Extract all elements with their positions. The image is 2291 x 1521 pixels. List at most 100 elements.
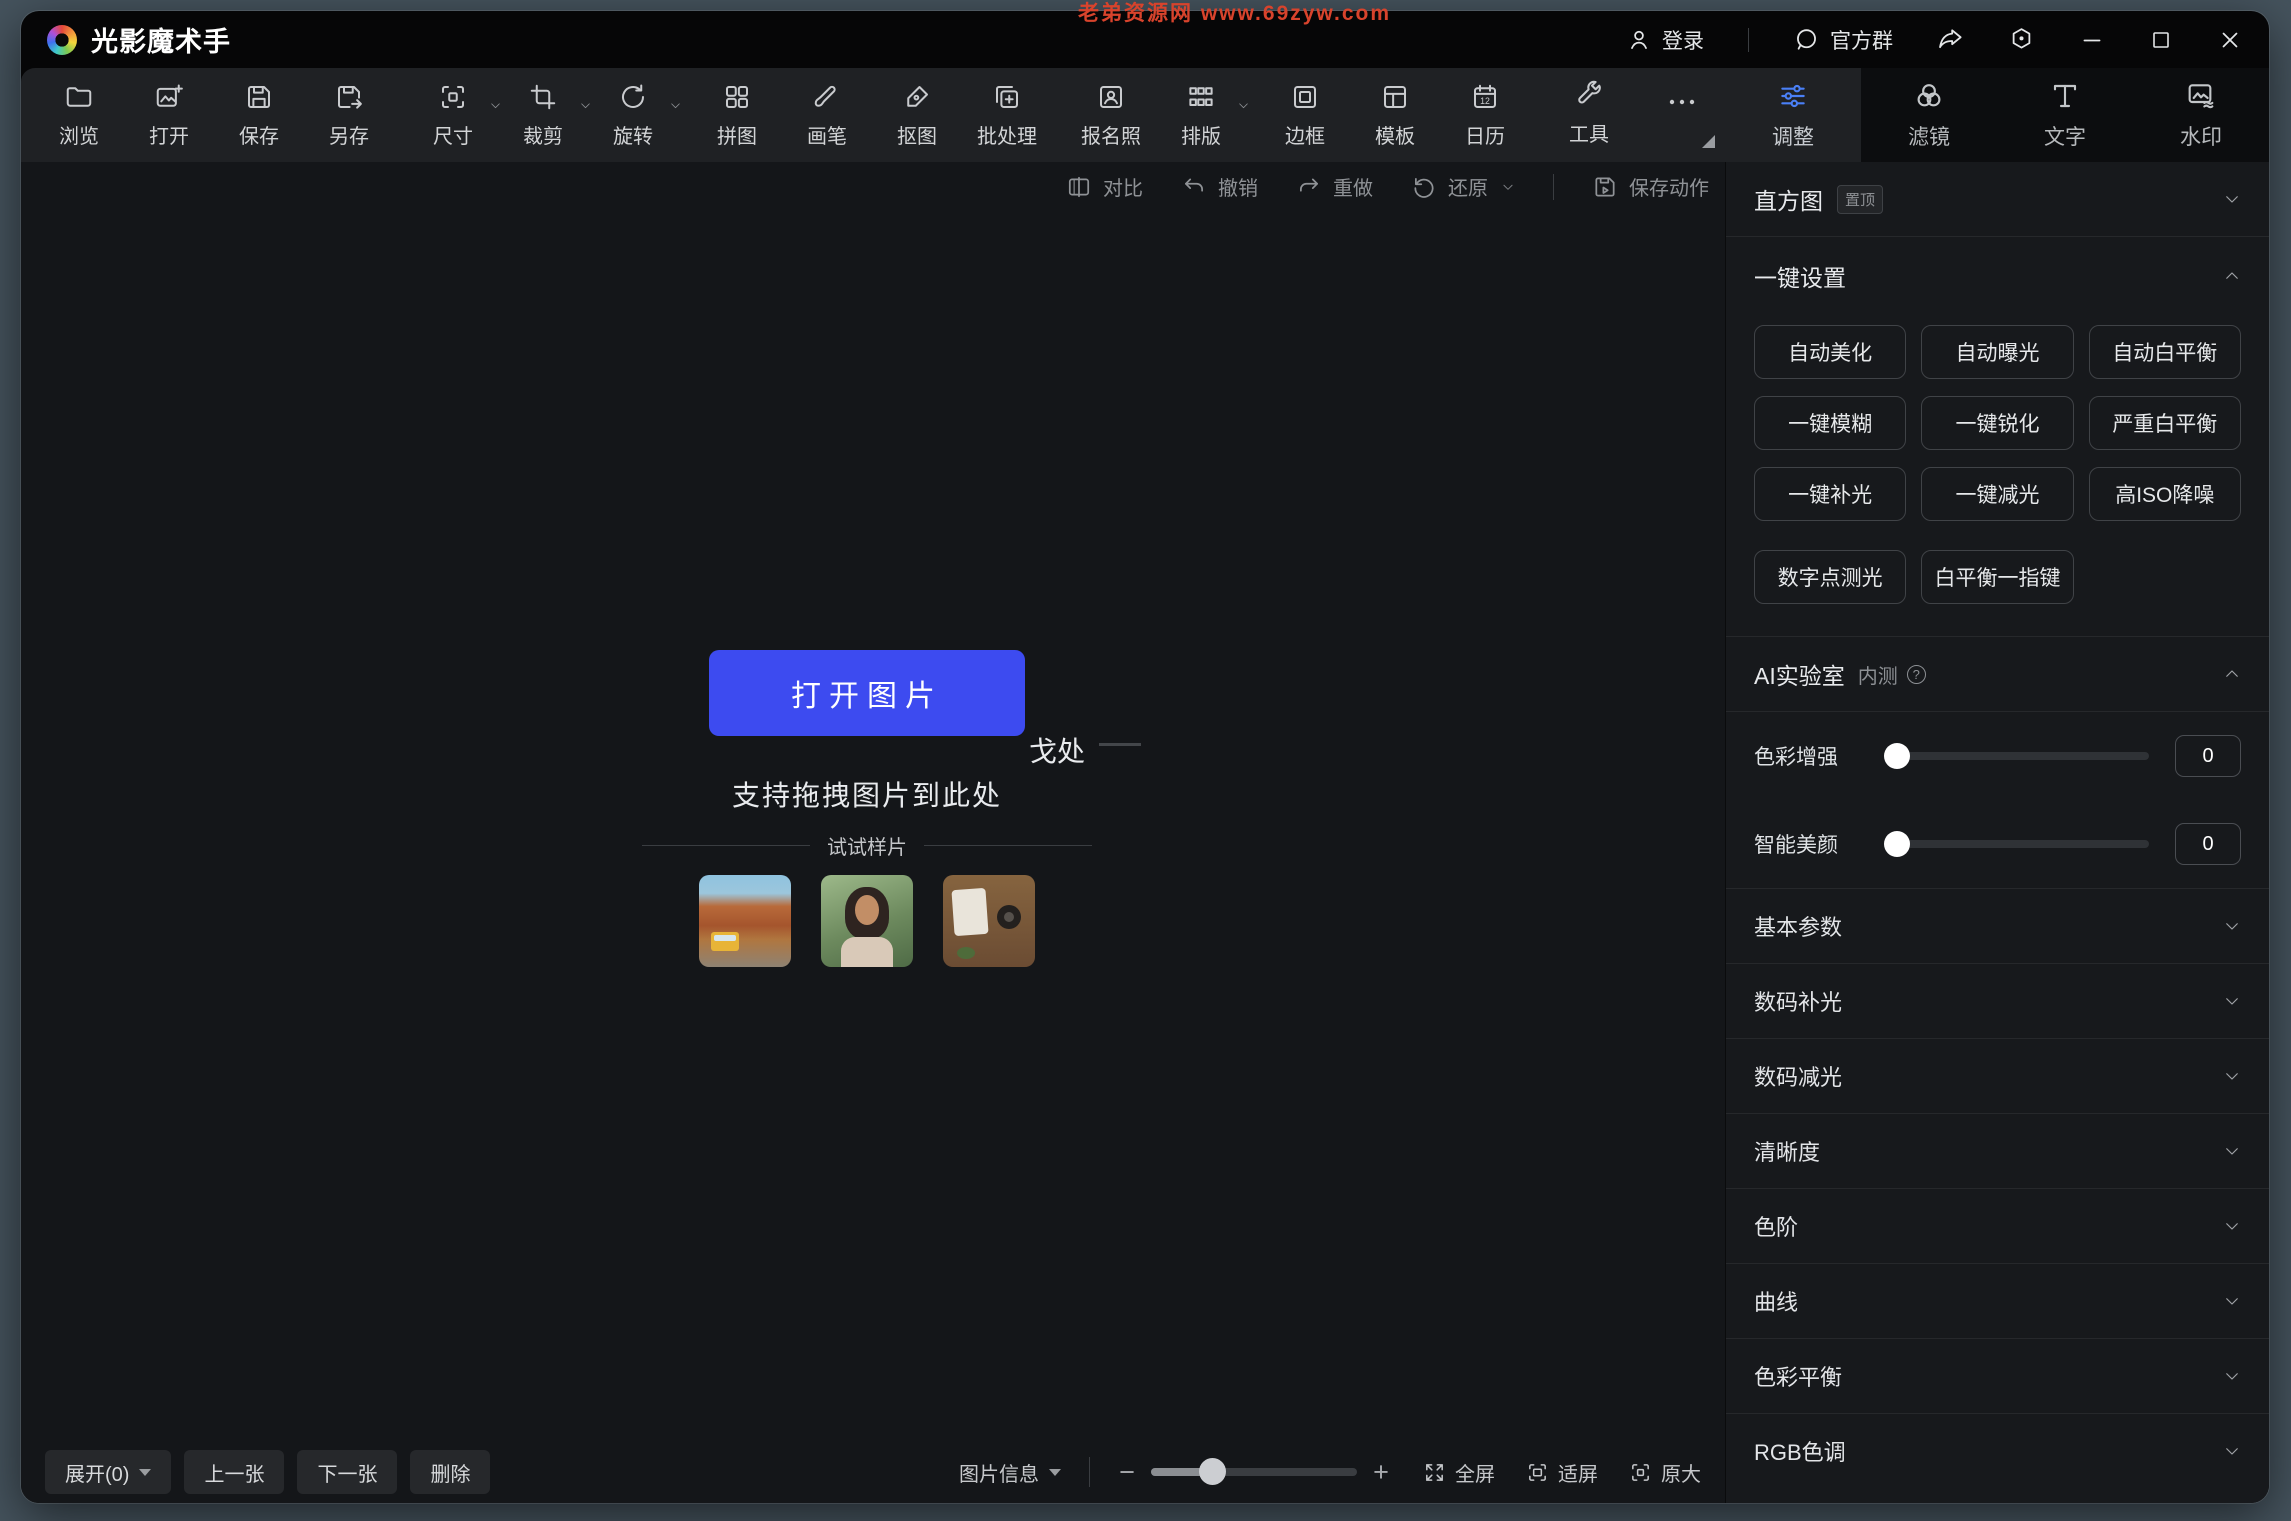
toolbar-template[interactable]: 模板 [1363, 82, 1427, 149]
chevron-down-icon[interactable] [2223, 1217, 2241, 1235]
histogram-section-header[interactable]: 直方图 置顶 [1726, 162, 2269, 236]
zoom-in-button[interactable]: + [1370, 1457, 1392, 1488]
delete-button[interactable]: 删除 [410, 1450, 490, 1494]
zoom-slider[interactable] [1151, 1468, 1357, 1476]
pin-top-badge[interactable]: 置顶 [1837, 185, 1883, 214]
slider-value[interactable]: 0 [2175, 823, 2241, 865]
restore-button[interactable]: 还原 [1411, 172, 1515, 201]
chevron-down-icon[interactable] [2223, 992, 2241, 1010]
chevron-up-icon[interactable] [2223, 665, 2241, 683]
toolbar-resize[interactable]: 尺寸 [421, 82, 485, 149]
slider-track[interactable] [1886, 752, 2149, 760]
fit-screen-button[interactable]: 适屏 [1526, 1458, 1598, 1487]
toolbar-brush[interactable]: 画笔 [795, 82, 859, 149]
minimize-button[interactable] [2079, 27, 2105, 53]
toolbar-collage[interactable]: 拼图 [705, 82, 769, 149]
corner-triangle-icon[interactable] [1702, 135, 1715, 148]
color-enhance-slider[interactable] [1886, 752, 2149, 760]
close-button[interactable] [2217, 27, 2243, 53]
original-size-button[interactable]: 原大 [1629, 1458, 1701, 1487]
maximize-button[interactable] [2149, 28, 2173, 52]
toolbar-border[interactable]: 边框 [1273, 82, 1337, 149]
chevron-down-icon[interactable] [669, 99, 682, 112]
onekey-button[interactable]: 一键锐化 [1921, 396, 2073, 450]
toolbar-save-as[interactable]: 另存 [317, 82, 381, 149]
panel-section[interactable]: 数码减光 [1726, 1039, 2269, 1113]
share-button[interactable] [1937, 26, 1964, 53]
expand-button[interactable]: 展开(0) [45, 1450, 171, 1494]
next-image-button[interactable]: 下一张 [297, 1450, 397, 1494]
chevron-down-icon[interactable] [489, 99, 502, 112]
chevron-down-icon[interactable] [2223, 190, 2241, 208]
chevron-down-icon[interactable] [2223, 1442, 2241, 1460]
chevron-down-icon[interactable] [1501, 180, 1515, 194]
slider-value[interactable]: 0 [2175, 735, 2241, 777]
toolbar-tools[interactable]: 工具 [1557, 80, 1621, 147]
undo-button[interactable]: 撤销 [1181, 172, 1258, 201]
sample-photo-canyon[interactable] [699, 875, 791, 967]
prev-image-button[interactable]: 上一张 [184, 1450, 284, 1494]
chevron-down-icon[interactable] [2223, 1292, 2241, 1310]
onekey-button[interactable]: 白平衡一指键 [1921, 550, 2073, 604]
onekey-button[interactable]: 严重白平衡 [2089, 396, 2241, 450]
panel-section[interactable]: RGB色调 [1726, 1414, 2269, 1488]
panel-section[interactable]: 基本参数 [1726, 889, 2269, 963]
toolbar-crop[interactable]: 裁剪 [511, 82, 575, 149]
chevron-down-icon[interactable] [2223, 1142, 2241, 1160]
zoom-out-button[interactable]: − [1116, 1457, 1138, 1488]
sample-photo-desk[interactable] [943, 875, 1035, 967]
compare-button[interactable]: 对比 [1066, 172, 1143, 201]
zoom-slider-knob[interactable] [1199, 1458, 1226, 1485]
help-icon[interactable]: ? [1907, 665, 1926, 684]
chevron-down-icon[interactable] [2223, 917, 2241, 935]
chevron-down-icon[interactable] [579, 99, 592, 112]
toolbar-cutout[interactable]: 抠图 [885, 82, 949, 149]
onekey-button[interactable]: 自动美化 [1754, 325, 1906, 379]
toolbar-layout[interactable]: 排版 [1169, 82, 1233, 149]
settings-button[interactable] [2008, 26, 2035, 53]
chevron-up-icon[interactable] [2223, 267, 2241, 285]
onekey-button[interactable]: 一键补光 [1754, 467, 1906, 521]
tab-text[interactable]: 文字 [1997, 68, 2133, 162]
image-info-button[interactable]: 图片信息 [959, 1458, 1061, 1487]
open-image-button[interactable]: 打开图片 [709, 650, 1025, 736]
panel-section[interactable]: 曲线 [1726, 1264, 2269, 1338]
official-group-label: 官方群 [1830, 25, 1893, 55]
tab-adjust[interactable]: 调整 [1725, 68, 1861, 162]
save-action-button[interactable]: 保存动作 [1592, 172, 1709, 201]
redo-button[interactable]: 重做 [1296, 172, 1373, 201]
panel-section[interactable]: 色阶 [1726, 1189, 2269, 1263]
onekey-button[interactable]: 高ISO降噪 [2089, 467, 2241, 521]
official-group-button[interactable]: 官方群 [1793, 25, 1893, 55]
toolbar-rotate[interactable]: 旋转 [601, 82, 665, 149]
chevron-down-icon[interactable] [2223, 1067, 2241, 1085]
slider-knob[interactable] [1884, 831, 1910, 857]
toolbar-calendar[interactable]: 12 日历 [1453, 82, 1517, 149]
onekey-button[interactable]: 一键模糊 [1754, 396, 1906, 450]
slider-knob[interactable] [1884, 743, 1910, 769]
toolbar-save[interactable]: 保存 [227, 82, 291, 149]
panel-section[interactable]: 色彩平衡 [1726, 1339, 2269, 1413]
onekey-button[interactable]: 自动曝光 [1921, 325, 2073, 379]
onekey-section-header[interactable]: 一键设置 [1726, 237, 2269, 315]
chevron-down-icon[interactable] [2223, 1367, 2241, 1385]
sample-photo-portrait[interactable] [821, 875, 913, 967]
onekey-button[interactable]: 自动白平衡 [2089, 325, 2241, 379]
onekey-button[interactable]: 一键减光 [1921, 467, 2073, 521]
smart-beauty-slider[interactable] [1886, 840, 2149, 848]
tab-watermark[interactable]: 水印 [2133, 68, 2269, 162]
login-button[interactable]: 登录 [1626, 25, 1704, 55]
panel-section[interactable]: 清晰度 [1726, 1114, 2269, 1188]
toolbar-open[interactable]: 打开 [137, 82, 201, 149]
onekey-button[interactable]: 数字点测光 [1754, 550, 1906, 604]
panel-section[interactable]: 数码补光 [1726, 964, 2269, 1038]
slider-track[interactable] [1886, 840, 2149, 848]
toolbar-id-photo[interactable]: 报名照 [1079, 82, 1143, 149]
tab-filter[interactable]: 滤镜 [1861, 68, 1997, 162]
toolbar-browse[interactable]: 浏览 [47, 82, 111, 149]
chevron-down-icon[interactable] [1237, 99, 1250, 112]
toolbar-more[interactable] [1647, 80, 1717, 150]
fullscreen-button[interactable]: 全屏 [1423, 1458, 1495, 1487]
ailab-section-header[interactable]: AI实验室 内测 ? [1726, 637, 2269, 711]
toolbar-batch[interactable]: 批处理 [975, 82, 1039, 149]
